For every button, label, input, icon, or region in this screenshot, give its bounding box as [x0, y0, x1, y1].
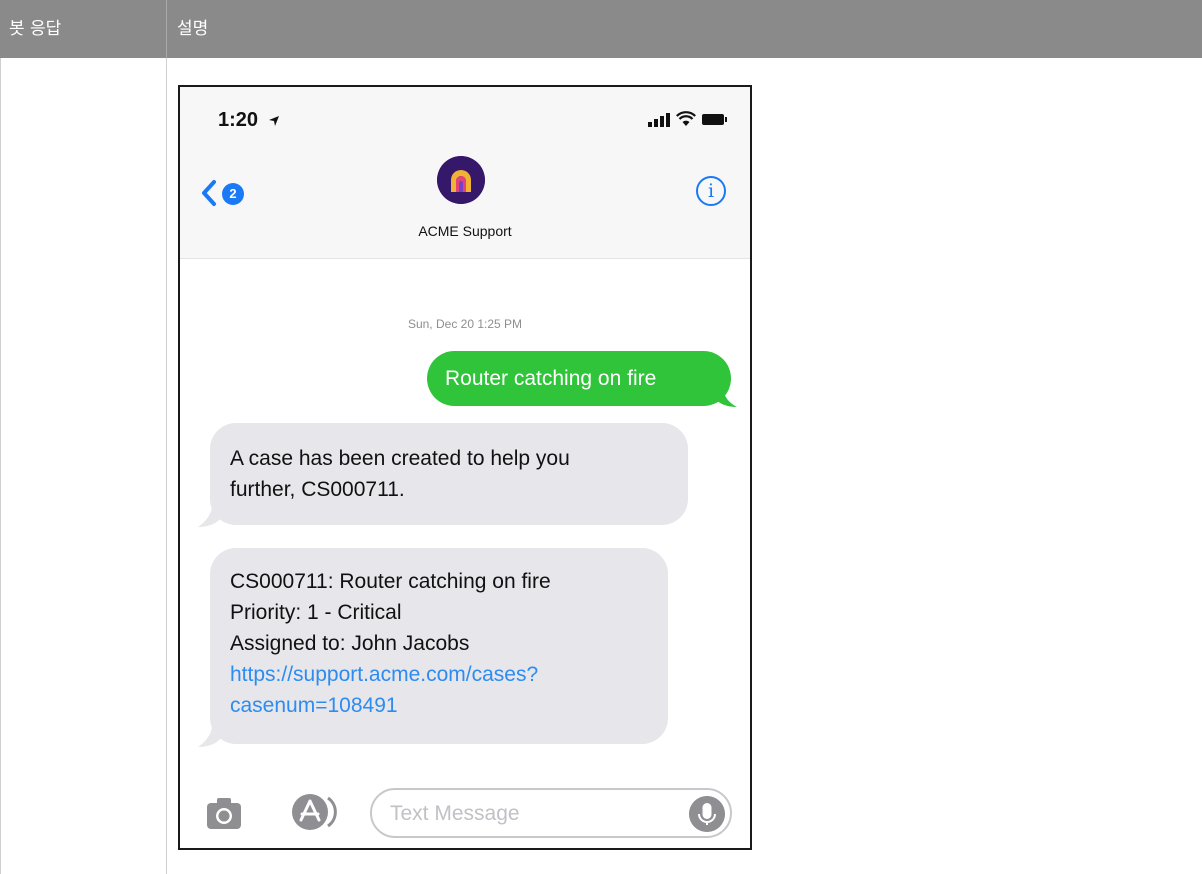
unread-badge[interactable]: 2: [222, 183, 244, 205]
phone-screenshot: 1:20 2 ACME Support i Sun, Dec 20 1:25 P…: [178, 85, 752, 850]
wifi-icon: [676, 111, 696, 126]
status-indicators: [648, 111, 727, 127]
received-message-line: further, CS000711.: [230, 478, 405, 501]
table-header-row: 봇 응답 설명: [0, 0, 1202, 58]
conversation-header: 1:20 2 ACME Support i: [180, 87, 750, 259]
contact-avatar[interactable]: [437, 156, 485, 204]
received-message-bubble[interactable]: A case has been created to help you furt…: [210, 423, 688, 525]
status-time: 1:20: [218, 109, 259, 131]
table-column-divider: [166, 58, 167, 874]
info-icon[interactable]: i: [696, 176, 726, 206]
message-input-placeholder: Text Message: [390, 802, 520, 825]
sent-message-text: Router catching on fire: [445, 367, 657, 390]
received-message-line: Priority: 1 - Critical: [230, 601, 402, 624]
sent-message-bubble[interactable]: Router catching on fire: [427, 351, 731, 406]
table-left-border: [0, 58, 1, 874]
bubble-tail: [715, 389, 737, 407]
battery-icon: [702, 114, 727, 125]
acme-logo-icon: [437, 156, 485, 204]
contact-name[interactable]: ACME Support: [180, 223, 750, 239]
message-input[interactable]: Text Message: [370, 788, 732, 838]
message-timestamp: Sun, Dec 20 1:25 PM: [407, 317, 523, 331]
received-message-line: Assigned to: John Jacobs: [230, 632, 470, 655]
chevron-left-icon[interactable]: [200, 179, 218, 207]
microphone-icon[interactable]: [689, 796, 725, 832]
signal-bars-icon: [648, 113, 670, 127]
bubble-tail: [198, 727, 222, 747]
app-store-icon[interactable]: [286, 792, 342, 832]
received-message-bubble[interactable]: CS000711: Router catching on fire Priori…: [210, 548, 668, 744]
header-cell-bot-response: 봇 응답: [9, 19, 62, 39]
received-message-line: A case has been created to help you: [230, 447, 570, 470]
case-link[interactable]: https://support.acme.com/cases?: [230, 659, 668, 690]
camera-icon[interactable]: [206, 796, 242, 830]
header-cell-description: 설명: [177, 19, 209, 39]
bubble-tail: [198, 507, 222, 527]
received-message-line: CS000711: Router catching on fire: [230, 570, 551, 593]
case-link[interactable]: casenum=108491: [230, 690, 668, 721]
document-table: 봇 응답 설명 1:20 2 ACME Support i Sun, Dec 2…: [0, 0, 1202, 874]
location-arrow-icon: [269, 116, 279, 126]
